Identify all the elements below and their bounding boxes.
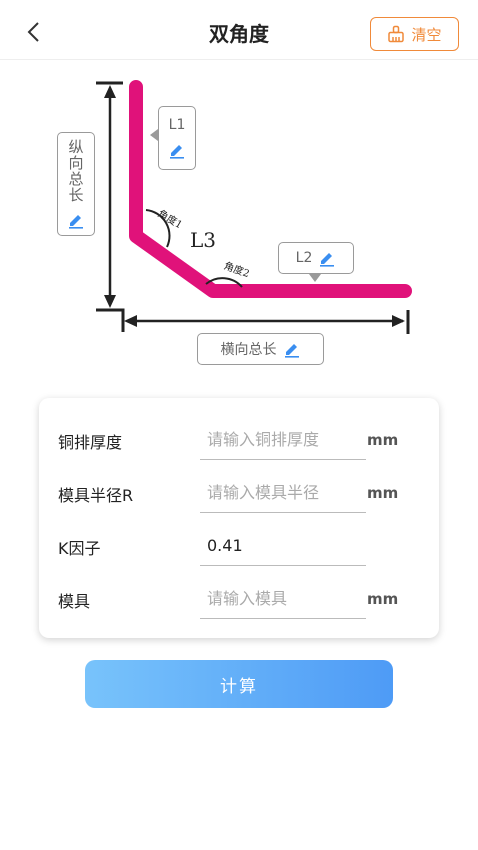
form-row-thickness: 铜排厚度 mm [39,398,439,460]
edit-l1-button[interactable]: L1 [150,106,196,170]
thickness-unit: mm [367,431,399,449]
angle2-text: 角度2 [222,259,251,280]
broom-icon [388,25,405,43]
die-field [200,579,366,619]
edit-l2-button[interactable]: L2 [278,242,354,282]
horizontal-dim-arrow-left [124,315,137,327]
angle1-text: 角度1 [156,207,185,231]
pencil-icon [168,141,186,159]
horizontal-total-label: 横向总长 [220,342,277,358]
thickness-label: 铜排厚度 [58,433,123,452]
clear-button[interactable]: 清空 [370,17,459,51]
die-radius-label: 模具半径R [58,486,134,505]
busbar-diagram: 角度1 角度2 L3 L1 L2 纵向总长 横向总长 [0,60,478,380]
form-row-die: 模具 mm [39,557,439,619]
form-row-k-factor: K因子 [39,504,439,566]
horizontal-dim-arrow-right [392,315,405,327]
parameter-form-card: 铜排厚度 mm 模具半径R mm K因子 模具 mm [39,398,439,638]
corner-mark [96,308,125,332]
l1-label: L1 [168,117,186,133]
form-row-die-radius: 模具半径R mm [39,451,439,513]
vertical-dim-arrow-down [104,295,116,308]
edit-vertical-total-button[interactable]: 纵向总长 [57,132,95,236]
k-factor-label: K因子 [58,539,101,558]
l2-label: L2 [295,250,313,266]
pencil-icon [318,249,336,267]
l3-text: L3 [190,228,216,252]
die-label: 模具 [58,592,91,611]
die-input[interactable] [200,579,366,617]
edit-horizontal-total-button[interactable]: 横向总长 [197,333,324,365]
die-radius-unit: mm [367,484,399,502]
vertical-dim-arrow-up [104,85,116,98]
calculate-button[interactable]: 计算 [85,660,393,708]
vertical-total-label: 纵向总长 [66,139,85,203]
header-bar: 双角度 清空 [0,0,478,60]
die-unit: mm [367,590,399,608]
pencil-icon [283,340,301,358]
clear-button-label: 清空 [411,25,442,44]
pencil-icon [67,211,85,229]
